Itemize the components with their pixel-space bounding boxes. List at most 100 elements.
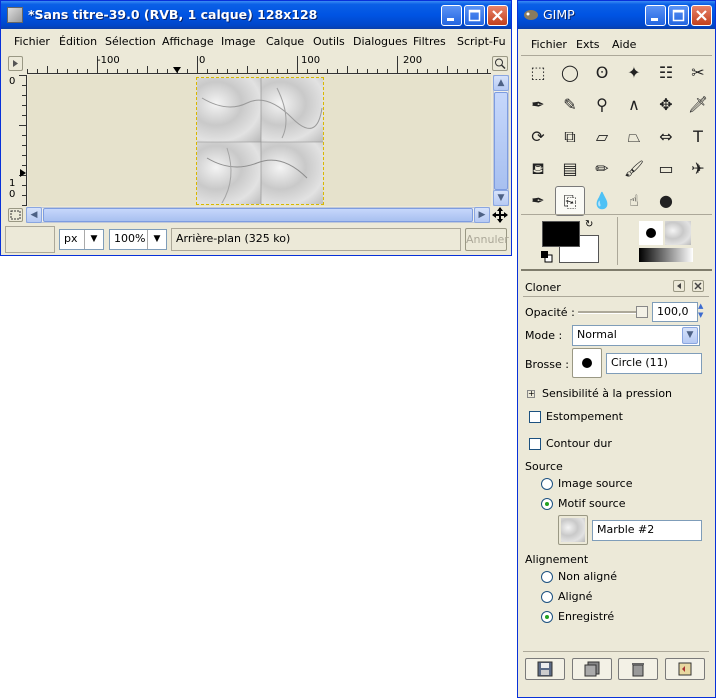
pattern-select-button[interactable] [558,515,588,545]
paths-tool-button[interactable]: ✒ [523,90,553,120]
color-select-tool-button[interactable]: ☷ [651,58,681,88]
vertical-scroll-thumb[interactable] [494,92,508,190]
non-aligned-radio[interactable] [541,571,553,583]
menu-image[interactable]: Image [221,35,255,48]
opacity-slider-thumb[interactable] [636,306,648,318]
menu-script-fu[interactable]: Script-Fu [457,35,506,48]
foreground-color-swatch[interactable] [542,221,580,247]
move-tool-button[interactable]: ✥ [651,90,681,120]
panel-menu-button[interactable] [673,280,685,292]
scroll-right-button[interactable]: ▶ [474,207,490,223]
eraser-tool-button[interactable]: ▭ [651,154,681,184]
delete-options-button[interactable] [618,658,658,680]
vertical-ruler[interactable]: 0 1 0 [7,75,27,206]
horizontal-ruler[interactable]: -100 0 100 200 [27,54,491,74]
magic-wand-tool-button[interactable]: ✦ [619,58,649,88]
flip-tool-button[interactable]: ⇔ [651,122,681,152]
gradient-preview[interactable] [639,248,693,262]
horizontal-scrollbar[interactable]: ◀ ▶ [26,207,490,223]
rect-select-tool-button[interactable]: ⬚ [523,58,553,88]
paintbrush-tool-button[interactable]: 🖌 [619,154,649,184]
pattern-name-field[interactable]: Marble #2 [592,520,702,541]
mode-select[interactable]: Normal ▼ [572,325,700,346]
color-picker-tool-button[interactable]: ✎ [555,90,585,120]
image-layer[interactable] [196,77,324,205]
dodge-burn-tool-button[interactable]: ● [651,186,681,216]
scroll-left-button[interactable]: ◀ [26,207,42,223]
toolbox-menu-fichier[interactable]: Fichier [531,38,567,51]
swap-colors-icon[interactable]: ↻ [585,219,597,231]
image-menu-button[interactable] [8,56,23,71]
image-window-titlebar[interactable]: *Sans titre-39.0 (RVB, 1 calque) 128x128 [1,1,511,29]
image-source-radio[interactable] [541,478,553,490]
menu-dialogues[interactable]: Dialogues [353,35,408,48]
navigate-button[interactable] [492,207,508,223]
ink-tool-button[interactable]: ✒ [523,186,553,216]
clone-tool-button[interactable]: ⎘ [555,186,585,216]
gradient-tool-button[interactable]: ▤ [555,154,585,184]
menu-edition[interactable]: Édition [59,35,97,48]
scale-tool-button[interactable]: ⧉ [555,122,585,152]
pattern-preview[interactable] [665,221,691,245]
menu-outils[interactable]: Outils [313,35,345,48]
blur-tool-button[interactable]: 💧 [587,186,617,216]
pencil-tool-button[interactable]: ✏ [587,154,617,184]
pressure-expander-icon[interactable]: + [527,390,535,398]
scroll-down-button[interactable]: ▼ [493,190,509,206]
unit-select[interactable]: px ▼ [59,229,104,250]
toolbox-minimize-button[interactable] [645,5,666,26]
toolbox-maximize-button[interactable] [668,5,689,26]
registered-radio[interactable] [541,611,553,623]
menu-calque[interactable]: Calque [266,35,304,48]
vertical-scrollbar[interactable]: ▲ ▼ [493,75,509,206]
opacity-slider[interactable] [578,306,648,318]
pattern-source-radio[interactable] [541,498,553,510]
measure-tool-button[interactable]: ∧ [619,90,649,120]
restore-options-button[interactable] [572,658,612,680]
menu-affichage[interactable]: Affichage [162,35,214,48]
menu-filtres[interactable]: Filtres [413,35,446,48]
perspective-tool-button[interactable]: ⏢ [619,122,649,152]
menu-fichier[interactable]: Fichier [14,35,50,48]
image-canvas[interactable] [28,75,491,206]
default-colors-icon[interactable] [541,251,553,263]
scissors-tool-button[interactable]: ✂ [683,58,713,88]
menu-selection[interactable]: Sélection [105,35,156,48]
brush-name-field[interactable]: Circle (11) [606,353,702,374]
reset-options-button[interactable] [665,658,705,680]
cancel-button[interactable]: Annuler [465,228,509,251]
toolbox-titlebar[interactable]: GIMP [518,1,715,29]
zoom-toggle-button[interactable] [492,56,508,71]
hard-edge-checkbox[interactable] [529,438,541,450]
quick-mask-button[interactable] [8,208,23,222]
crop-tool-button[interactable]: 🗡 [683,90,713,120]
shear-tool-button[interactable]: ▱ [587,122,617,152]
maximize-button[interactable] [464,5,485,26]
toolbox-menu-aide[interactable]: Aide [612,38,636,51]
minimize-button[interactable] [441,5,462,26]
pressure-label[interactable]: Sensibilité à la pression [542,387,672,400]
lasso-tool-button[interactable]: ʘ [587,58,617,88]
toolbox-close-button[interactable] [691,5,712,26]
bucket-fill-tool-button[interactable]: ⛾ [523,154,553,184]
panel-close-button[interactable] [692,280,704,292]
text-tool-button[interactable]: T [683,122,713,152]
horizontal-scroll-thumb[interactable] [43,208,473,222]
opacity-spinner[interactable]: 100,0 [652,302,698,322]
fade-checkbox[interactable] [529,411,541,423]
brush-preview[interactable] [639,221,663,245]
close-button[interactable] [487,5,508,26]
zoom-select[interactable]: 100% ▼ [109,229,167,250]
brush-select-button[interactable] [572,348,602,378]
aligned-radio[interactable] [541,591,553,603]
toolbox-menu-exts[interactable]: Exts [576,38,600,51]
opacity-spin-arrows[interactable]: ▲ ▼ [698,302,708,322]
brush-value: Circle (11) [611,356,668,369]
save-options-button[interactable] [525,658,565,680]
scroll-up-button[interactable]: ▲ [493,75,509,91]
ellipse-select-tool-button[interactable]: ◯ [555,58,585,88]
smudge-tool-button[interactable]: ☝ [619,186,649,216]
rotate-tool-button[interactable]: ⟳ [523,122,553,152]
zoom-tool-button[interactable]: ⚲ [587,90,617,120]
airbrush-tool-button[interactable]: ✈ [683,154,713,184]
